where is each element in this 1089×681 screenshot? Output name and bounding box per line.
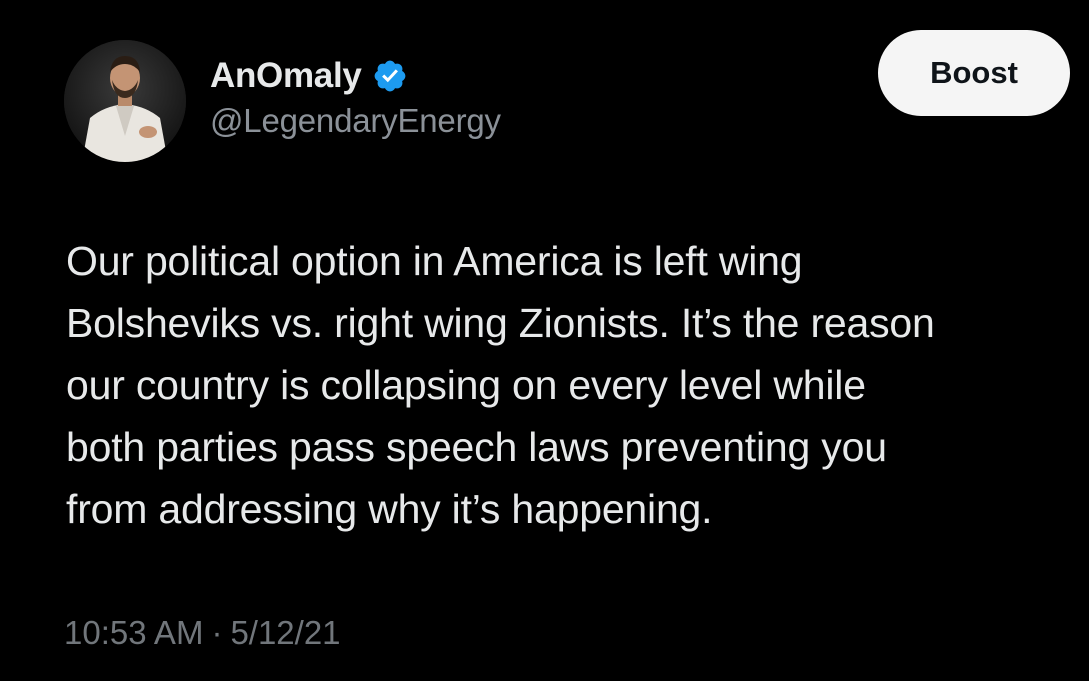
tweet-time: 10:53 AM <box>64 614 204 651</box>
avatar[interactable] <box>64 40 186 162</box>
tweet-date: 5/12/21 <box>230 614 341 651</box>
tweet-text-line: both parties pass speech laws preventing… <box>66 424 887 470</box>
tweet-text-line: Our political option in America is left … <box>66 238 803 284</box>
tweet-text-line: our country is collapsing on every level… <box>66 362 866 408</box>
avatar-image <box>64 40 186 162</box>
user-handle[interactable]: @LegendaryEnergy <box>210 102 501 140</box>
display-name[interactable]: AnOmaly <box>210 56 362 96</box>
verified-badge-icon <box>372 58 408 94</box>
tweet-text-line: from addressing why it’s happening. <box>66 486 713 532</box>
tweet-text: Our political option in America is left … <box>66 230 1076 540</box>
timestamp-separator: · <box>211 614 223 651</box>
timestamp[interactable]: 10:53 AM · 5/12/21 <box>64 614 341 652</box>
tweet-text-line: Bolsheviks vs. right wing Zionists. It’s… <box>66 300 935 346</box>
tweet-card: AnOmaly @LegendaryEnergy Boost Our polit… <box>0 0 1089 681</box>
boost-button[interactable]: Boost <box>878 30 1070 116</box>
display-name-row: AnOmaly <box>210 52 408 100</box>
